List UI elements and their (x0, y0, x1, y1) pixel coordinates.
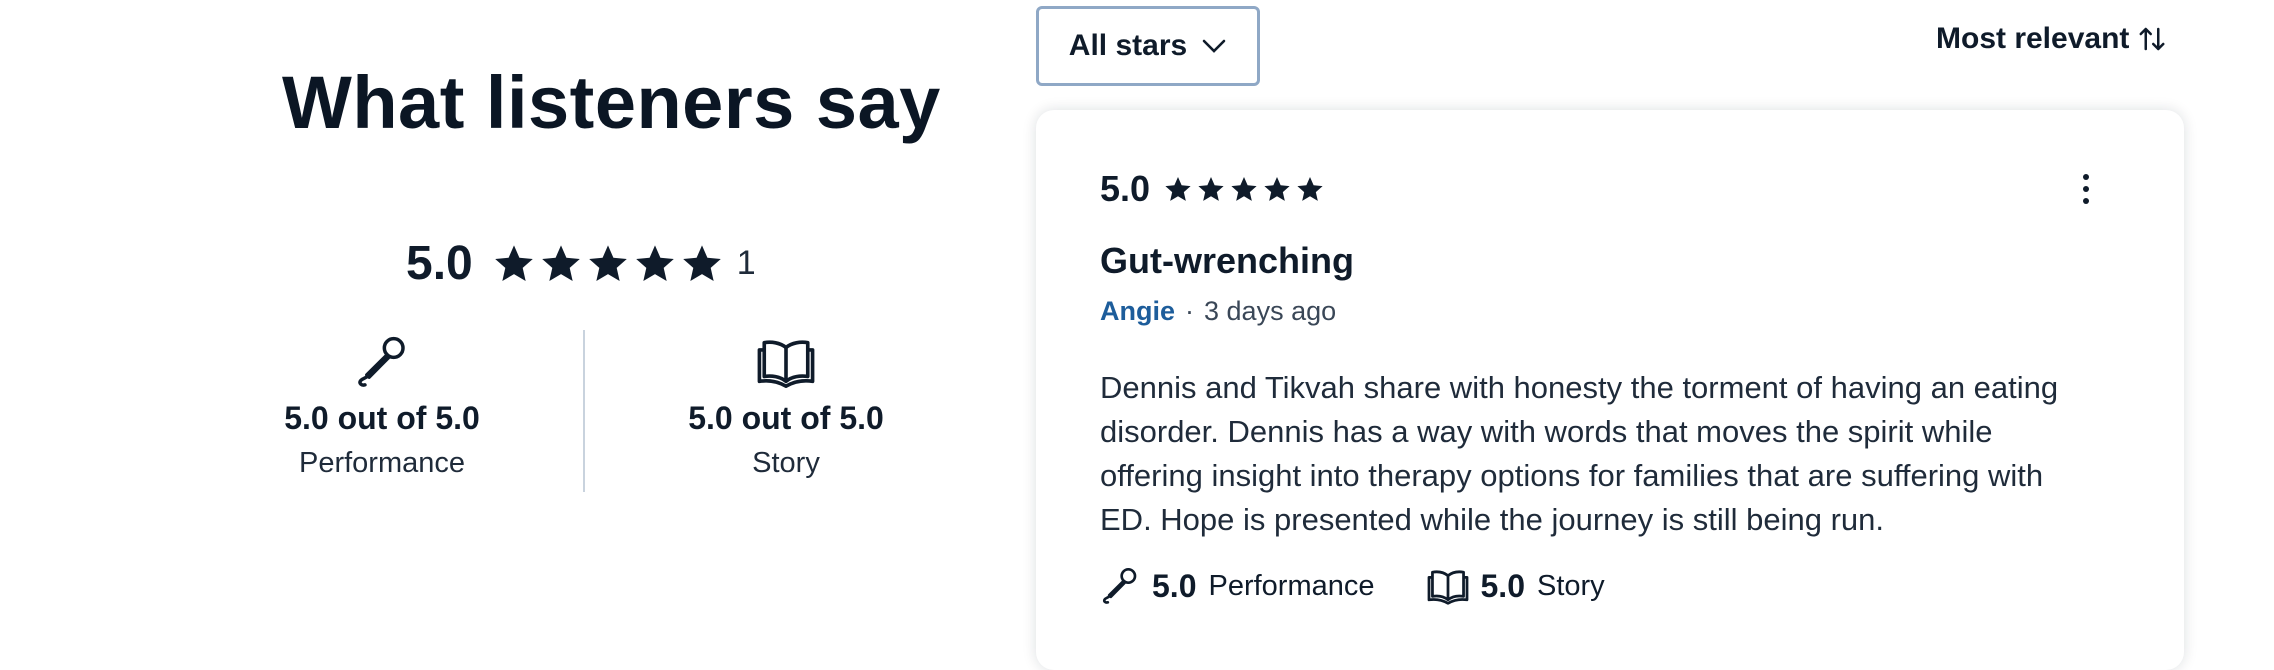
microphone-icon (1102, 568, 1137, 604)
chevron-down-icon (1202, 39, 1226, 53)
open-book-icon (757, 340, 815, 388)
review-body: Dennis and Tikvah share with honesty the… (1100, 370, 2059, 537)
meta-separator: · (1185, 296, 1195, 326)
review-date: 3 days ago (1204, 296, 1337, 326)
review-title: Gut-wrenching (1100, 240, 1354, 281)
star-icon (1198, 176, 1224, 201)
review-performance-label: Performance (1208, 569, 1375, 602)
review-meta: Angie · 3 days ago (1100, 296, 1336, 327)
review-story-label: Story (1536, 569, 1605, 602)
review-stars (1164, 176, 1324, 203)
sort-label: Most relevant (1936, 22, 2130, 55)
review-story-score: 5.0 (1480, 567, 1525, 604)
sort-arrows-icon (2139, 27, 2165, 51)
more-vertical-icon[interactable] (2074, 174, 2098, 208)
star-icon (494, 244, 533, 281)
microphone-icon (358, 336, 405, 387)
menu-dot (2083, 186, 2089, 192)
performance-label: Performance (298, 447, 465, 479)
star-icon (1231, 176, 1257, 201)
review-score: 5.0 (1100, 168, 1151, 209)
overall-rating: 5.0 1 (406, 236, 756, 291)
review-author-link[interactable]: Angie (1100, 296, 1175, 327)
story-label: Story (752, 447, 820, 479)
menu-dot (2083, 174, 2089, 180)
overall-score: 5.0 (406, 237, 473, 290)
sort-button[interactable]: Most relevant (1936, 22, 2167, 56)
review-rating: 5.0 (1100, 168, 1324, 210)
star-icon (541, 244, 580, 281)
section-heading: What listeners say (282, 61, 941, 144)
performance-score: 5.0 out of 5.0 (284, 400, 480, 436)
open-book-icon (1427, 570, 1468, 605)
filter-label: All stars (1068, 29, 1188, 62)
category-divider (583, 330, 585, 492)
star-icon (588, 244, 627, 281)
review-category-ratings: 5.0 Performance 5.0 Story (1100, 566, 1657, 606)
star-icon (1264, 176, 1290, 201)
review-story-rating: 5.0 Story (1427, 567, 1605, 605)
category-story: 5.0 out of 5.0 Story (656, 334, 916, 480)
story-score: 5.0 out of 5.0 (688, 400, 884, 436)
star-icon (1165, 176, 1191, 201)
star-icon (635, 244, 674, 281)
menu-dot (2083, 198, 2089, 204)
overall-stars (493, 244, 723, 284)
category-performance: 5.0 out of 5.0 Performance (252, 334, 512, 480)
review-performance-score: 5.0 (1152, 567, 1197, 604)
star-icon (682, 244, 721, 281)
rating-count: 1 (736, 244, 756, 282)
star-icon (1297, 176, 1323, 201)
star-filter-dropdown[interactable]: All stars (1036, 6, 1260, 86)
review-performance-rating: 5.0 Performance (1100, 566, 1375, 606)
